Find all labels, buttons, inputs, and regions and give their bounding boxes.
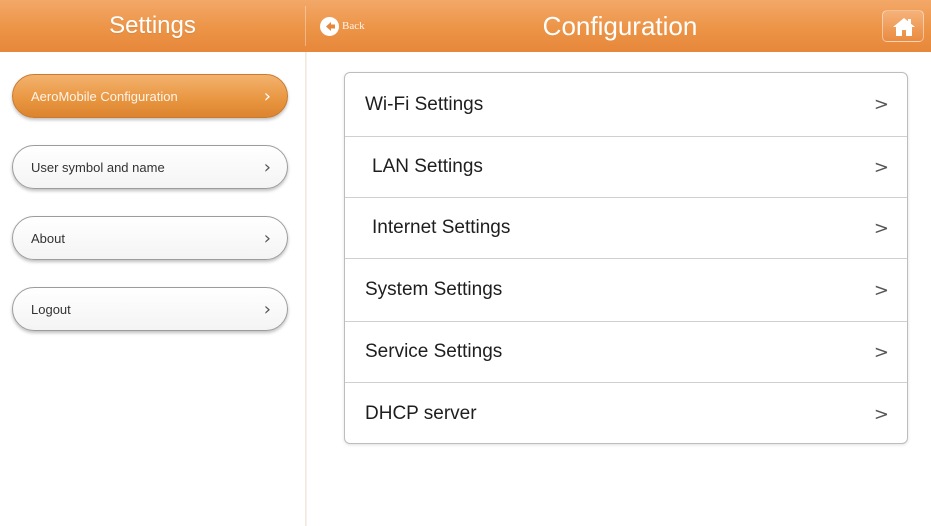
list-item-label: Wi-Fi Settings bbox=[365, 93, 484, 115]
settings-list-panel: Wi-Fi Settings > LAN Settings > Internet… bbox=[344, 72, 908, 444]
sidebar-item-user-symbol-and-name[interactable]: User symbol and name › bbox=[12, 145, 288, 189]
header-bar: Settings Back Configuration bbox=[0, 0, 931, 52]
chevron-right-icon: › bbox=[263, 227, 271, 249]
home-button[interactable] bbox=[882, 10, 924, 42]
back-arrow-icon bbox=[320, 16, 339, 36]
sidebar: AeroMobile Configuration › User symbol a… bbox=[0, 52, 305, 526]
list-item-wifi-settings[interactable]: Wi-Fi Settings > bbox=[345, 73, 907, 136]
chevron-right-icon: > bbox=[873, 94, 889, 115]
sidebar-item-label: About bbox=[31, 230, 65, 246]
list-item-label: LAN Settings bbox=[372, 156, 483, 177]
chevron-right-icon: > bbox=[873, 217, 889, 239]
sidebar-item-aeromobile-configuration[interactable]: AeroMobile Configuration › bbox=[12, 74, 288, 118]
settings-title: Settings bbox=[109, 12, 196, 39]
sidebar-item-label: AeroMobile Configuration bbox=[31, 88, 178, 104]
list-item-label: DHCP server bbox=[365, 403, 477, 424]
list-item-system-settings[interactable]: System Settings > bbox=[345, 259, 907, 321]
page-title: Configuration bbox=[542, 11, 698, 41]
chevron-right-icon: › bbox=[263, 298, 271, 320]
list-item-lan-settings[interactable]: LAN Settings > bbox=[345, 137, 907, 197]
sidebar-item-label: User symbol and name bbox=[31, 159, 165, 175]
chevron-right-icon: > bbox=[873, 403, 889, 425]
chevron-right-icon: > bbox=[873, 279, 889, 301]
list-item-label: System Settings bbox=[365, 279, 503, 300]
sidebar-separator bbox=[305, 52, 307, 526]
sidebar-item-logout[interactable]: Logout › bbox=[12, 287, 288, 331]
chevron-right-icon: › bbox=[263, 156, 271, 178]
header-divider bbox=[305, 6, 306, 46]
list-item-label: Service Settings bbox=[365, 341, 503, 362]
back-label: Back bbox=[342, 20, 365, 32]
back-button[interactable]: Back bbox=[320, 14, 365, 38]
list-item-label: Internet Settings bbox=[372, 217, 511, 238]
chevron-right-icon: › bbox=[263, 85, 271, 107]
list-item-internet-settings[interactable]: Internet Settings > bbox=[345, 198, 907, 258]
sidebar-item-about[interactable]: About › bbox=[12, 216, 288, 260]
list-item-dhcp-server[interactable]: DHCP server > bbox=[345, 383, 907, 443]
chevron-right-icon: > bbox=[873, 341, 889, 363]
chevron-right-icon: > bbox=[873, 156, 889, 178]
list-item-service-settings[interactable]: Service Settings > bbox=[345, 322, 907, 382]
sidebar-item-label: Logout bbox=[31, 301, 71, 317]
